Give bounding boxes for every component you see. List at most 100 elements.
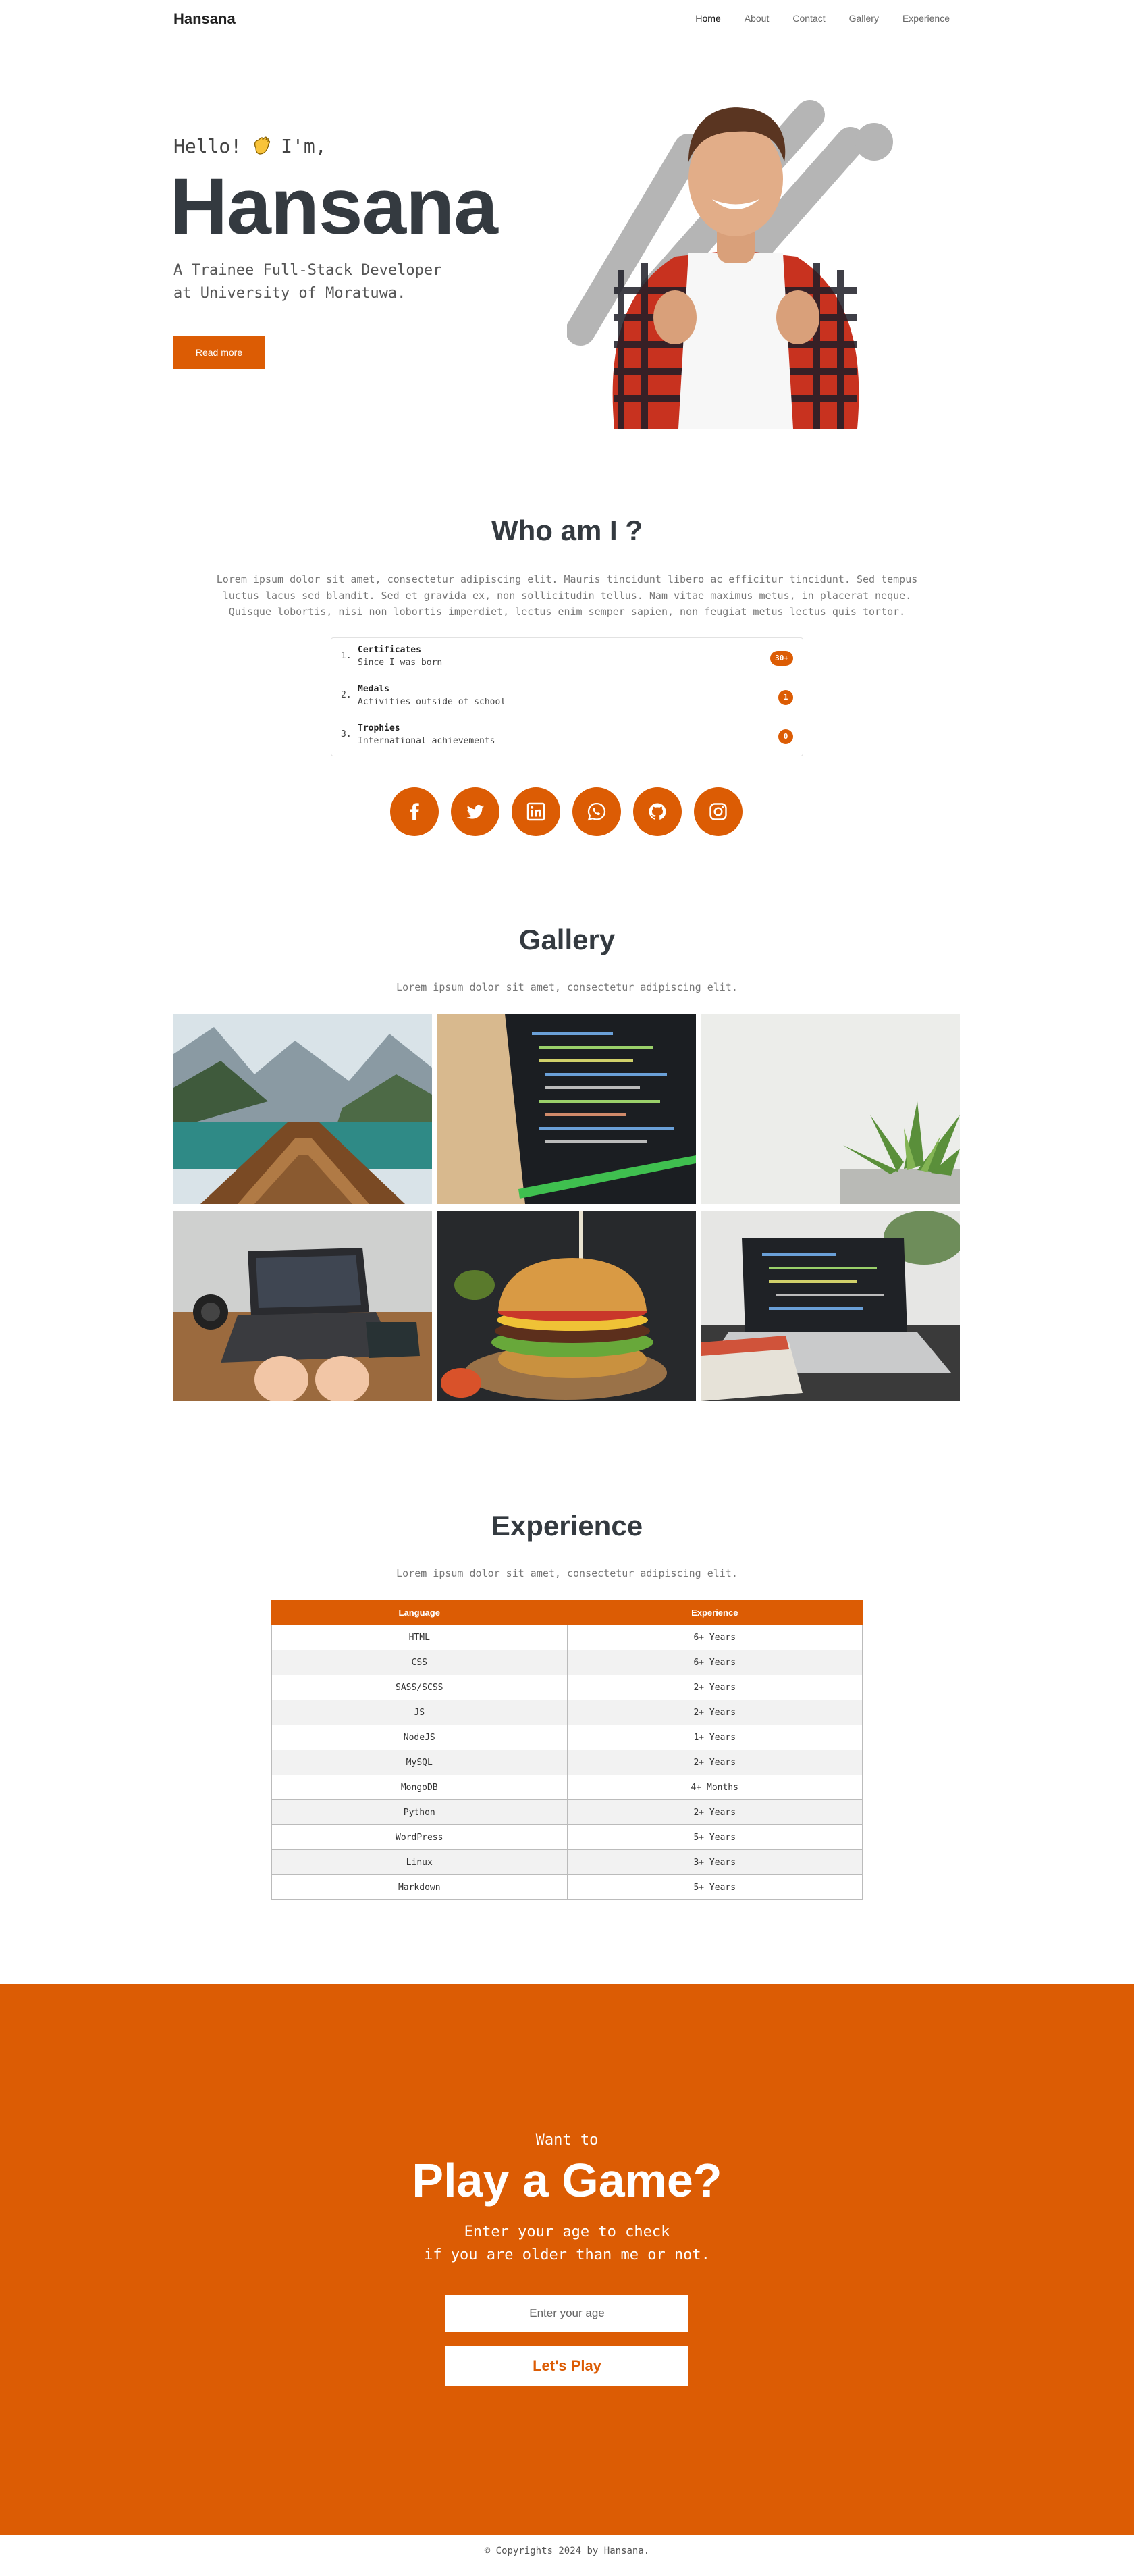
github-icon bbox=[649, 803, 666, 820]
language-cell: MongoDB bbox=[271, 1775, 568, 1800]
table-header-row: Language Experience bbox=[271, 1600, 863, 1625]
about-text-line2: luctus lacus sed blandit. Sed et gravida… bbox=[222, 589, 912, 602]
experience-cell: 2+ Years bbox=[566, 1799, 863, 1825]
twitter-icon bbox=[466, 804, 484, 819]
list-item-number: 2. bbox=[341, 690, 352, 700]
game-section: Want to Play a Game? Enter your age to c… bbox=[0, 1984, 1134, 2535]
navbar: Hansana Home About Contact Gallery Exper… bbox=[0, 0, 1134, 39]
language-cell: NodeJS bbox=[271, 1725, 568, 1750]
table-row: HTML 6+ Years bbox=[271, 1625, 863, 1650]
experience-cell: 6+ Years bbox=[566, 1650, 863, 1675]
experience-cell: 6+ Years bbox=[566, 1625, 863, 1650]
hero-subtitle-line2: at University of Moratuwa. bbox=[173, 285, 406, 302]
nav-link-gallery[interactable]: Gallery bbox=[849, 13, 879, 24]
list-item: 2. Medals Activities outside of school 1 bbox=[331, 677, 803, 716]
gallery-image-code-screen[interactable] bbox=[437, 1014, 696, 1204]
hero-name: Hansana bbox=[170, 162, 498, 251]
whatsapp-link[interactable] bbox=[572, 787, 621, 836]
list-item-number: 3. bbox=[341, 729, 352, 739]
game-pretitle: Want to bbox=[535, 2132, 599, 2149]
table-row: MySQL 2+ Years bbox=[271, 1750, 863, 1775]
gallery-image-laptop-books[interactable] bbox=[701, 1211, 960, 1401]
laptop-books-image bbox=[701, 1211, 960, 1401]
language-cell: HTML bbox=[271, 1625, 568, 1650]
experience-cell: 3+ Years bbox=[566, 1849, 863, 1875]
game-subtitle-line1: Enter your age to check bbox=[464, 2224, 670, 2240]
table-row: Linux 3+ Years bbox=[271, 1849, 863, 1875]
twitter-link[interactable] bbox=[451, 787, 500, 836]
instagram-link[interactable] bbox=[694, 787, 742, 836]
list-item-title: Certificates bbox=[358, 645, 421, 655]
language-cell: Linux bbox=[271, 1849, 568, 1875]
footer-copyright: © Copyrights 2024 by Hansana. bbox=[484, 2546, 650, 2556]
lake-boat-image bbox=[173, 1014, 432, 1204]
hero-subtitle-line1: A Trainee Full-Stack Developer bbox=[173, 262, 442, 279]
facebook-link[interactable] bbox=[390, 787, 439, 836]
experience-cell: 5+ Years bbox=[566, 1824, 863, 1850]
game-subtitle: Enter your age to check if you are older… bbox=[0, 2221, 1134, 2267]
hero-greeting-suffix: I'm, bbox=[281, 134, 327, 157]
count-badge: 30+ bbox=[770, 651, 793, 666]
list-item-number: 1. bbox=[341, 651, 352, 661]
hero-portrait-image bbox=[567, 100, 893, 429]
game-subtitle-line2: if you are older than me or not. bbox=[424, 2246, 710, 2263]
list-item-description: Since I was born bbox=[358, 658, 443, 668]
read-more-button[interactable]: Read more bbox=[173, 336, 265, 369]
about-text-line3: Quisque lobortis, nisi non lobortis impe… bbox=[228, 606, 906, 618]
linkedin-icon bbox=[526, 802, 545, 821]
age-input[interactable] bbox=[446, 2295, 688, 2332]
table-row: SASS/SCSS 2+ Years bbox=[271, 1675, 863, 1700]
experience-cell: 5+ Years bbox=[566, 1874, 863, 1900]
nav-link-about[interactable]: About bbox=[745, 13, 770, 24]
burger-image bbox=[437, 1211, 696, 1401]
github-link[interactable] bbox=[633, 787, 682, 836]
plant-image bbox=[701, 1014, 960, 1204]
experience-cell: 2+ Years bbox=[566, 1675, 863, 1700]
about-title: Who am I ? bbox=[491, 515, 643, 546]
experience-table: Language Experience HTML 6+ Years CSS 6+ Ye… bbox=[271, 1600, 863, 1900]
experience-cell: 4+ Months bbox=[566, 1775, 863, 1800]
gallery-image-laptop-typing[interactable] bbox=[173, 1211, 432, 1401]
language-cell: SASS/SCSS bbox=[271, 1675, 568, 1700]
instagram-icon bbox=[709, 803, 727, 820]
gallery-grid bbox=[173, 1014, 961, 1401]
nav-link-contact[interactable]: Contact bbox=[792, 13, 825, 24]
language-cell: JS bbox=[271, 1700, 568, 1725]
column-header-language: Language bbox=[271, 1600, 568, 1625]
experience-cell: 2+ Years bbox=[566, 1700, 863, 1725]
nav-link-experience[interactable]: Experience bbox=[902, 13, 950, 24]
list-item: 3. Trophies International achievements 0 bbox=[331, 716, 803, 756]
language-cell: CSS bbox=[271, 1650, 568, 1675]
table-row: NodeJS 1+ Years bbox=[271, 1725, 863, 1750]
whatsapp-icon bbox=[587, 802, 606, 821]
list-item: 1. Certificates Since I was born 30+ bbox=[331, 638, 803, 677]
column-header-experience: Experience bbox=[566, 1600, 863, 1625]
language-cell: Python bbox=[271, 1799, 568, 1825]
table-row: WordPress 5+ Years bbox=[271, 1824, 863, 1850]
gallery-image-plant[interactable] bbox=[701, 1014, 960, 1204]
experience-text: Lorem ipsum dolor sit amet, consectetur … bbox=[396, 1567, 738, 1579]
gallery-title: Gallery bbox=[518, 924, 616, 955]
lets-play-button[interactable]: Let's Play bbox=[446, 2346, 688, 2386]
table-row: JS 2+ Years bbox=[271, 1700, 863, 1725]
hero-greeting-text: Hello! bbox=[173, 134, 242, 157]
table-row: Markdown 5+ Years bbox=[271, 1874, 863, 1900]
language-cell: Markdown bbox=[271, 1874, 568, 1900]
count-badge: 1 bbox=[778, 690, 793, 705]
about-text: Lorem ipsum dolor sit amet, consectetur … bbox=[0, 571, 1134, 620]
about-text-line1: Lorem ipsum dolor sit amet, consectetur … bbox=[216, 573, 918, 585]
gallery-image-lake-boat[interactable] bbox=[173, 1014, 432, 1204]
language-cell: MySQL bbox=[271, 1750, 568, 1775]
game-title: Play a Game? bbox=[412, 2154, 722, 2207]
gallery-text: Lorem ipsum dolor sit amet, consectetur … bbox=[396, 981, 738, 993]
facebook-icon bbox=[410, 803, 419, 820]
nav-link-home[interactable]: Home bbox=[695, 13, 720, 24]
list-item-description: International achievements bbox=[358, 736, 495, 746]
gallery-image-burger[interactable] bbox=[437, 1211, 696, 1401]
laptop-typing-image bbox=[173, 1211, 432, 1401]
list-item-description: Activities outside of school bbox=[358, 697, 506, 707]
table-row: MongoDB 4+ Months bbox=[271, 1775, 863, 1800]
list-item-title: Trophies bbox=[358, 723, 400, 733]
brand-logo[interactable]: Hansana bbox=[173, 10, 236, 28]
linkedin-link[interactable] bbox=[512, 787, 560, 836]
